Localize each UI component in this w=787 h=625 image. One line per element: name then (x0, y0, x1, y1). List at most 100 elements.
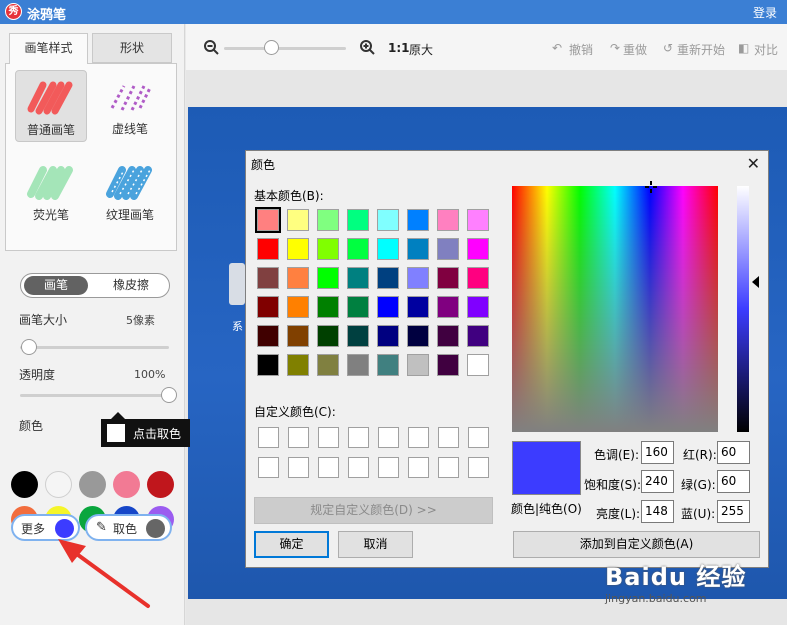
basic-color-cell[interactable] (347, 296, 369, 318)
brush-dashed[interactable]: 虚线笔 (94, 70, 166, 142)
undo-icon[interactable]: ↶ (552, 41, 562, 55)
basic-color-cell[interactable] (377, 238, 399, 260)
basic-color-cell[interactable] (377, 296, 399, 318)
zoom-track[interactable] (224, 47, 346, 50)
tab-shape[interactable]: 形状 (92, 33, 172, 63)
basic-color-cell[interactable] (437, 354, 459, 376)
mode-brush-button[interactable]: 画笔 (24, 276, 88, 295)
tab-brush-style[interactable]: 画笔样式 (9, 33, 88, 64)
more-colors-button[interactable]: 更多 (11, 514, 80, 541)
basic-color-cell[interactable] (347, 238, 369, 260)
basic-color-cell[interactable] (467, 325, 489, 347)
brush-size-slider[interactable] (20, 339, 37, 355)
brush-highlighter[interactable]: 荧光笔 (15, 156, 87, 228)
restart-icon[interactable]: ↺ (663, 41, 673, 55)
custom-color-cell[interactable] (348, 457, 369, 478)
basic-color-cell[interactable] (377, 354, 399, 376)
basic-color-cell[interactable] (437, 296, 459, 318)
basic-color-cell[interactable] (257, 296, 279, 318)
redo-button[interactable]: 重做 (623, 41, 647, 58)
basic-color-cell[interactable] (257, 354, 279, 376)
basic-color-cell[interactable] (407, 296, 429, 318)
custom-color-cell[interactable] (408, 457, 429, 478)
basic-color-cell[interactable] (467, 238, 489, 260)
custom-color-cell[interactable] (288, 457, 309, 478)
custom-color-cell[interactable] (378, 427, 399, 448)
custom-color-cell[interactable] (408, 427, 429, 448)
saturation-input[interactable]: 240 (641, 470, 674, 493)
basic-color-cell[interactable] (467, 267, 489, 289)
luminance-input[interactable]: 148 (641, 500, 674, 523)
basic-color-cell[interactable] (467, 209, 489, 231)
color-swatch[interactable] (45, 471, 72, 498)
color-swatch[interactable] (113, 471, 140, 498)
custom-color-cell[interactable] (258, 427, 279, 448)
eyedropper-button[interactable]: ✎ 取色 (85, 514, 172, 541)
custom-color-cell[interactable] (468, 427, 489, 448)
luminance-slider[interactable] (737, 186, 749, 432)
custom-color-cell[interactable] (318, 427, 339, 448)
custom-color-cell[interactable] (348, 427, 369, 448)
basic-color-cell[interactable] (467, 296, 489, 318)
basic-color-cell[interactable] (347, 209, 369, 231)
zoom-in-icon[interactable] (359, 39, 375, 55)
basic-color-cell[interactable] (287, 209, 309, 231)
custom-color-cell[interactable] (288, 427, 309, 448)
login-link[interactable]: 登录 (753, 4, 777, 21)
compare-icon[interactable]: ◧ (738, 41, 749, 55)
redo-icon[interactable]: ↷ (610, 41, 620, 55)
color-swatch[interactable] (11, 471, 38, 498)
compare-button[interactable]: 对比 (754, 41, 778, 58)
basic-color-cell[interactable] (317, 325, 339, 347)
custom-color-cell[interactable] (318, 457, 339, 478)
add-custom-color-button[interactable]: 添加到自定义颜色(A) (513, 531, 760, 558)
zoom-slider[interactable] (264, 40, 279, 55)
green-input[interactable]: 60 (717, 470, 750, 493)
basic-color-cell[interactable] (287, 296, 309, 318)
basic-color-cell[interactable] (407, 325, 429, 347)
custom-color-cell[interactable] (468, 457, 489, 478)
custom-color-cell[interactable] (438, 457, 459, 478)
color-swatch[interactable] (79, 471, 106, 498)
basic-color-cell[interactable] (287, 354, 309, 376)
basic-color-cell[interactable] (287, 325, 309, 347)
basic-color-cell[interactable] (437, 267, 459, 289)
custom-color-cell[interactable] (438, 427, 459, 448)
basic-color-cell[interactable] (377, 325, 399, 347)
mode-eraser-button[interactable]: 橡皮擦 (97, 276, 165, 295)
basic-color-cell[interactable] (257, 325, 279, 347)
basic-color-cell[interactable] (257, 238, 279, 260)
brush-normal[interactable]: 普通画笔 (15, 70, 87, 142)
luminance-arrow-icon[interactable] (752, 276, 759, 288)
color-swatch[interactable] (147, 471, 174, 498)
brush-size-track[interactable] (20, 346, 169, 349)
basic-color-cell[interactable] (347, 354, 369, 376)
basic-color-cell[interactable] (437, 238, 459, 260)
basic-color-cell[interactable] (437, 325, 459, 347)
basic-color-cell[interactable] (407, 209, 429, 231)
opacity-slider[interactable] (161, 387, 177, 403)
basic-color-cell[interactable] (467, 354, 489, 376)
basic-color-cell[interactable] (287, 267, 309, 289)
close-icon[interactable]: ✕ (747, 154, 760, 173)
custom-color-cell[interactable] (378, 457, 399, 478)
cancel-button[interactable]: 取消 (338, 531, 413, 558)
basic-color-cell[interactable] (347, 325, 369, 347)
basic-color-cell[interactable] (377, 209, 399, 231)
brush-texture[interactable]: 纹理画笔 (94, 156, 166, 228)
define-custom-colors-button[interactable]: 规定自定义颜色(D) >> (254, 497, 493, 524)
basic-color-cell[interactable] (317, 354, 339, 376)
zoom-out-icon[interactable] (203, 39, 219, 55)
basic-color-cell[interactable] (317, 238, 339, 260)
restart-button[interactable]: 重新开始 (677, 41, 725, 58)
basic-color-cell[interactable] (255, 207, 281, 233)
basic-color-cell[interactable] (407, 354, 429, 376)
basic-color-cell[interactable] (407, 238, 429, 260)
basic-color-cell[interactable] (347, 267, 369, 289)
opacity-track[interactable] (20, 394, 169, 397)
basic-color-cell[interactable] (317, 296, 339, 318)
custom-color-cell[interactable] (258, 457, 279, 478)
red-input[interactable]: 60 (717, 441, 750, 464)
basic-color-cell[interactable] (257, 267, 279, 289)
undo-button[interactable]: 撤销 (569, 41, 593, 58)
